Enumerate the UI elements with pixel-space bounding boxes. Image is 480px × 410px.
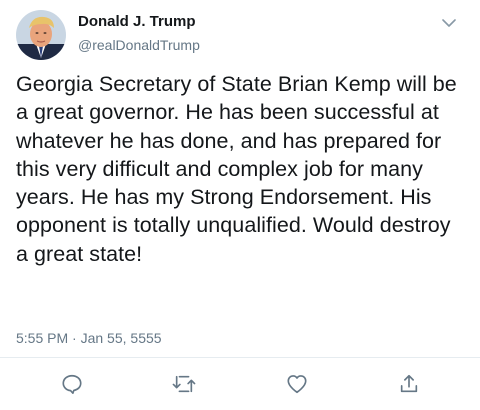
divider (0, 357, 480, 358)
share-button[interactable] (397, 372, 421, 396)
tweet-time: 5:55 PM (16, 330, 69, 346)
reply-button[interactable] (60, 372, 84, 396)
reply-icon (62, 374, 82, 394)
tweet-date: Jan 55, 5555 (80, 330, 162, 346)
tweet-timestamp[interactable]: 5:55 PM · Jan 55, 5555 (16, 330, 162, 346)
like-button[interactable] (285, 372, 309, 396)
meta-separator: · (72, 330, 77, 346)
retweet-button[interactable] (172, 372, 196, 396)
share-icon (400, 374, 418, 393)
retweet-icon (172, 375, 196, 393)
avatar[interactable] (16, 10, 66, 60)
heart-icon (287, 375, 307, 394)
avatar-image (16, 10, 66, 60)
tweet-text: Georgia Secretary of State Brian Kemp wi… (16, 72, 457, 266)
author-handle[interactable]: @realDonaldTrump (78, 37, 200, 53)
chevron-down-icon[interactable] (442, 15, 456, 27)
author-name[interactable]: Donald J. Trump (78, 13, 196, 30)
